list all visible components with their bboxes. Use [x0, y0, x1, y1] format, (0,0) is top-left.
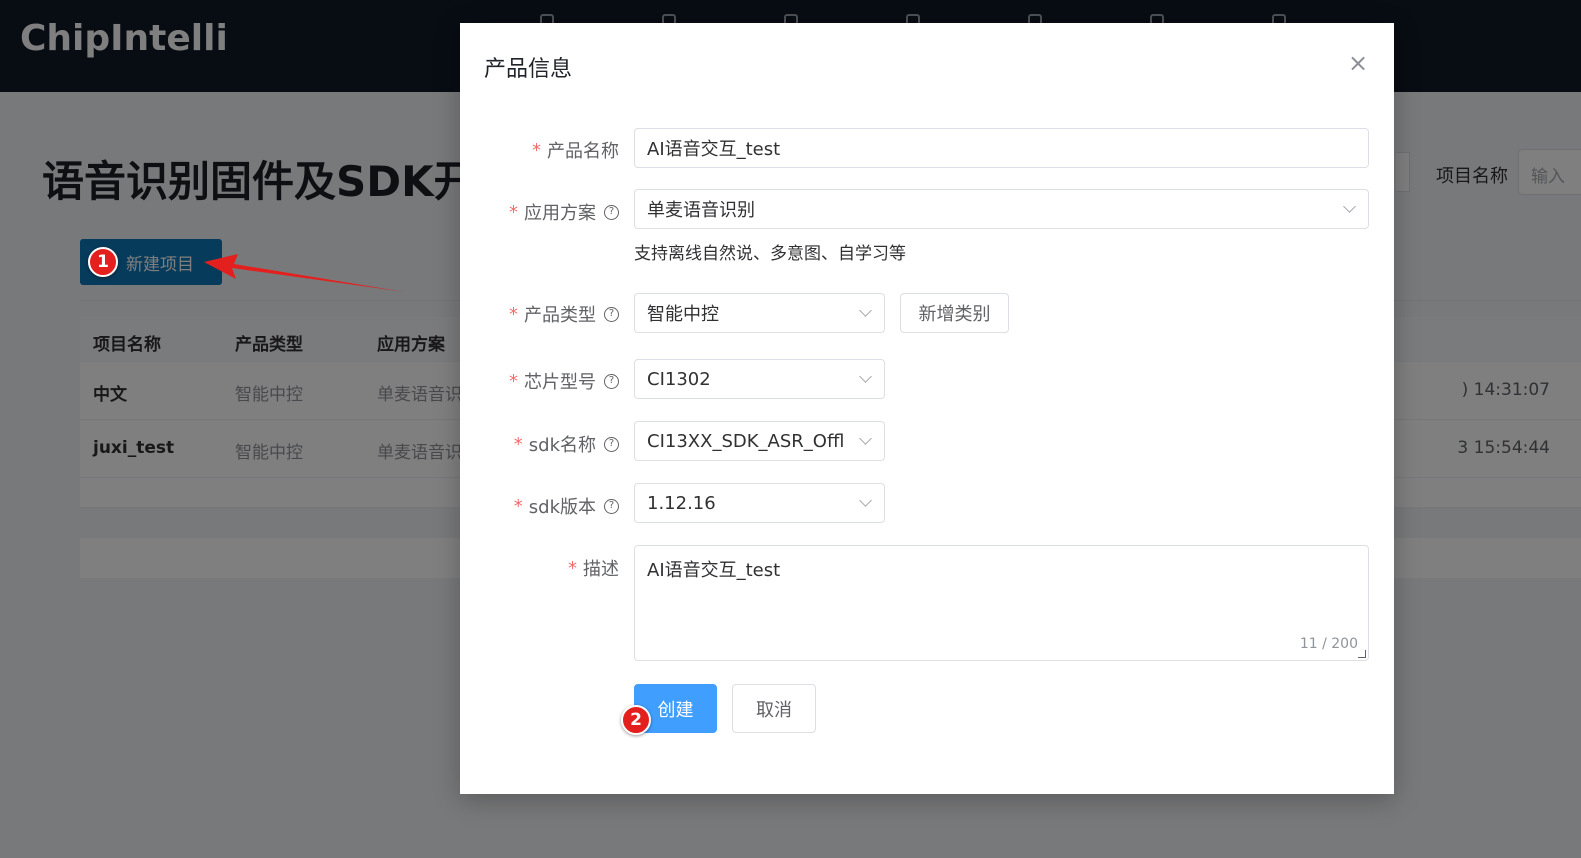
help-icon[interactable]: ?	[604, 204, 619, 220]
select-value: CI1302	[647, 368, 711, 390]
scheme-select[interactable]: 单麦语音识别	[634, 189, 1369, 229]
label-text: 产品类型	[524, 305, 596, 326]
dialog-title: 产品信息	[484, 57, 573, 82]
close-icon[interactable]: ×	[1346, 51, 1370, 75]
help-icon[interactable]: ?	[604, 306, 619, 322]
label-text: 应用方案	[524, 203, 596, 224]
product-type-label: * 产品类型 ?	[509, 301, 619, 327]
char-counter: 11 / 200	[1299, 636, 1358, 652]
description-textarea[interactable]: AI语音交互_test 11 / 200	[634, 545, 1369, 661]
chevron-down-icon	[859, 304, 872, 317]
required-mark: *	[513, 433, 523, 455]
label-text: sdk版本	[528, 497, 596, 518]
sdk-version-select[interactable]: 1.12.16	[634, 483, 885, 523]
scheme-hint: 支持离线自然说、多意图、自学习等	[634, 244, 906, 264]
chip-label: * 芯片型号 ?	[509, 368, 619, 394]
chip-select[interactable]: CI1302	[634, 359, 885, 399]
chevron-down-icon	[859, 494, 872, 507]
product-type-select[interactable]: 智能中控	[634, 293, 885, 333]
required-mark: *	[509, 370, 518, 392]
required-mark: *	[509, 201, 518, 223]
scheme-label: * 应用方案 ?	[509, 199, 619, 225]
input-value: AI语音交互_test	[647, 139, 781, 160]
product-info-dialog: 产品信息 × * 产品名称 AI语音交互_test * 应用方案 ? 单麦语音识…	[460, 23, 1394, 794]
product-name-label: * 产品名称	[532, 137, 619, 163]
select-value: 智能中控	[647, 304, 719, 325]
product-name-input[interactable]: AI语音交互_test	[634, 128, 1369, 168]
help-icon[interactable]: ?	[604, 373, 619, 389]
sdk-name-label: * sdk名称 ?	[514, 431, 619, 457]
help-icon[interactable]: ?	[604, 498, 619, 514]
label-text: 产品名称	[547, 141, 619, 162]
add-category-button[interactable]: 新增类别	[900, 293, 1009, 333]
select-value: CI13XX_SDK_ASR_Offline_	[647, 430, 843, 452]
resize-handle-icon[interactable]	[1358, 650, 1366, 658]
label-text: 描述	[583, 559, 619, 580]
required-mark: *	[532, 139, 541, 161]
chevron-down-icon	[859, 432, 872, 445]
help-icon[interactable]: ?	[604, 436, 619, 452]
sdk-name-select[interactable]: CI13XX_SDK_ASR_Offline_	[634, 421, 885, 461]
select-value: 单麦语音识别	[647, 200, 755, 221]
annotation-marker-2: 2	[621, 705, 651, 735]
sdk-version-label: * sdk版本 ?	[514, 493, 619, 519]
chevron-down-icon	[1343, 200, 1356, 213]
cancel-button[interactable]: 取消	[732, 684, 816, 733]
annotation-marker-1: 1	[88, 247, 118, 277]
required-mark: *	[568, 557, 577, 579]
description-label: * 描述	[568, 555, 619, 581]
chevron-down-icon	[859, 370, 872, 383]
label-text: sdk名称	[528, 435, 596, 456]
label-text: 芯片型号	[524, 372, 596, 393]
textarea-value: AI语音交互_test	[647, 560, 781, 581]
required-mark: *	[513, 495, 523, 517]
select-value: 1.12.16	[647, 492, 716, 514]
required-mark: *	[509, 303, 518, 325]
